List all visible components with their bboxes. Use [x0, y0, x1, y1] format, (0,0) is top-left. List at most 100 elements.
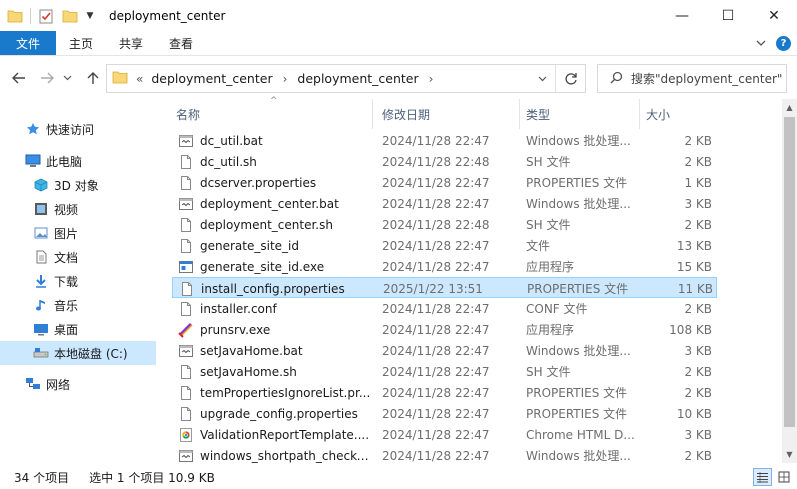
file-row[interactable]: installer.conf 2024/11/28 22:47 CONF 文件 2 K…: [172, 298, 717, 319]
file-row[interactable]: windows_shortpath_checker... 2024/11/28 2…: [172, 445, 717, 466]
breadcrumb-item[interactable]: deployment_center: [151, 71, 272, 86]
back-button[interactable]: [8, 67, 30, 89]
column-header-type[interactable]: 类型: [518, 99, 640, 129]
nav-item-label: 视频: [54, 202, 79, 217]
scroll-up-icon[interactable]: ▲: [782, 99, 797, 116]
chevron-right-icon[interactable]: ›: [283, 72, 288, 86]
file-row[interactable]: dc_util.sh 2024/11/28 22:48 SH 文件 2 KB: [172, 151, 717, 172]
scrollbar-thumb[interactable]: [784, 117, 795, 427]
cube-icon: [32, 176, 50, 194]
customize-toolbar-dropdown-icon[interactable]: ▼: [85, 7, 95, 25]
search-input[interactable]: 搜索"deployment_center": [597, 64, 787, 93]
nav-item-quick-access[interactable]: 快速访问: [24, 117, 94, 141]
address-dropdown-icon[interactable]: [531, 65, 553, 92]
file-icon: [178, 364, 194, 380]
nav-item-videos[interactable]: 视频: [32, 197, 78, 221]
tab-file[interactable]: 文件: [0, 31, 56, 55]
column-header-name[interactable]: 名称: [168, 99, 373, 129]
maximize-button[interactable]: ☐: [705, 0, 751, 31]
breadcrumb-item[interactable]: deployment_center: [297, 71, 418, 86]
column-header-row: ^ 名称 修改日期 类型 大小: [160, 96, 782, 129]
column-header-size[interactable]: 大小: [638, 99, 708, 129]
refresh-button[interactable]: [555, 65, 585, 92]
vertical-scrollbar[interactable]: ▲ ▼: [782, 99, 797, 463]
file-row[interactable]: deployment_center.sh 2024/11/28 22:48 SH 文…: [172, 214, 717, 235]
tab-home[interactable]: 主页: [56, 31, 106, 55]
expand-ribbon-icon[interactable]: [756, 37, 766, 50]
file-icon: [178, 301, 194, 317]
file-type: PROPERTIES 文件: [526, 386, 628, 400]
large-icons-view-icon[interactable]: [774, 468, 793, 486]
file-size: 3 KB: [684, 427, 712, 442]
nav-item-3d-objects[interactable]: 3D 对象: [32, 173, 99, 197]
nav-item-label: 下载: [54, 274, 79, 289]
file-type: PROPERTIES 文件: [526, 407, 628, 421]
tab-share[interactable]: 共享: [106, 31, 156, 55]
up-button[interactable]: [82, 67, 104, 89]
nav-item-label: 文档: [54, 250, 79, 265]
file-date: 2024/11/28 22:48: [382, 154, 490, 169]
file-type: 应用程序: [526, 260, 575, 274]
minimize-button[interactable]: —: [659, 0, 705, 31]
file-row[interactable]: setJavaHome.sh 2024/11/28 22:47 SH 文件 2 KB: [172, 361, 717, 382]
column-header-date[interactable]: 修改日期: [374, 99, 520, 129]
file-row[interactable]: upgrade_config.properties 2024/11/28 22:4…: [172, 403, 717, 424]
file-name: ValidationReportTemplate....: [200, 427, 370, 442]
tab-view[interactable]: 查看: [156, 31, 206, 55]
file-date: 2024/11/28 22:47: [382, 175, 490, 190]
forward-button[interactable]: [36, 67, 58, 89]
file-type: Windows 批处理...: [526, 344, 631, 358]
file-row[interactable]: generate_site_id.exe 2024/11/28 22:47 应用程序…: [172, 256, 717, 277]
file-row[interactable]: dcserver.properties 2024/11/28 22:47 PROPE…: [172, 172, 717, 193]
nav-item-label: 网络: [46, 377, 71, 392]
nav-item-network[interactable]: 网络: [24, 372, 70, 396]
file-icon: [178, 175, 194, 191]
file-size: 3 KB: [684, 196, 712, 211]
file-name-cell: generate_site_id.exe: [178, 256, 374, 277]
help-icon[interactable]: ?: [776, 36, 791, 51]
batch-file-icon: [178, 133, 194, 149]
nav-item-music[interactable]: 音乐: [32, 293, 78, 317]
file-date: 2024/11/28 22:48: [382, 217, 490, 232]
title-bar: ▼ deployment_center — ☐ ✕: [0, 0, 797, 31]
file-size: 10 KB: [676, 406, 712, 421]
batch-file-icon: [178, 448, 194, 464]
scroll-down-icon[interactable]: ▼: [782, 446, 797, 463]
properties-icon[interactable]: [37, 7, 55, 25]
file-name-cell: generate_site_id: [178, 235, 374, 256]
recent-locations-icon[interactable]: [60, 67, 74, 89]
file-row[interactable]: install_config.properties 2025/1/22 13:51…: [172, 277, 717, 298]
file-row[interactable]: dc_util.bat 2024/11/28 22:47 Windows 批处理..…: [172, 130, 717, 151]
file-row[interactable]: deployment_center.bat 2024/11/28 22:47 Win…: [172, 193, 717, 214]
folder-icon: [6, 7, 24, 25]
breadcrumb-overflow[interactable]: «: [136, 72, 143, 86]
nav-item-documents[interactable]: 文档: [32, 245, 78, 269]
file-type: 文件: [526, 239, 551, 253]
file-name-cell: upgrade_config.properties: [178, 403, 374, 424]
nav-item-desktop[interactable]: 桌面: [32, 317, 78, 341]
address-bar[interactable]: « deployment_center › deployment_center …: [106, 64, 586, 93]
nav-item-downloads[interactable]: 下载: [32, 269, 78, 293]
nav-item-label: 3D 对象: [54, 178, 99, 193]
file-icon: [178, 238, 194, 254]
nav-item-label: 桌面: [54, 322, 79, 337]
file-row[interactable]: temPropertiesIgnoreList.pr... 2024/11/28 …: [172, 382, 717, 403]
file-type: Windows 批处理...: [526, 197, 631, 211]
details-view-icon[interactable]: [753, 468, 772, 486]
file-row[interactable]: ValidationReportTemplate.... 2024/11/28 2…: [172, 424, 717, 445]
file-type: PROPERTIES 文件: [527, 282, 629, 296]
file-row[interactable]: setJavaHome.bat 2024/11/28 22:47 Windows 批…: [172, 340, 717, 361]
chevron-right-icon[interactable]: ›: [429, 72, 434, 86]
close-button[interactable]: ✕: [751, 0, 797, 31]
new-folder-icon[interactable]: [61, 7, 79, 25]
nav-item-pictures[interactable]: 图片: [32, 221, 78, 245]
nav-item-local-disk[interactable]: 本地磁盘 (C:): [0, 341, 156, 365]
file-row[interactable]: generate_site_id 2024/11/28 22:47 文件 13 KB: [172, 235, 717, 256]
file-size: 3 KB: [684, 343, 712, 358]
file-row[interactable]: prunsrv.exe 2024/11/28 22:47 应用程序 108 KB: [172, 319, 717, 340]
file-icon: [179, 281, 195, 297]
file-type: Windows 批处理...: [526, 134, 631, 148]
file-date: 2024/11/28 22:47: [382, 385, 490, 400]
nav-item-this-pc[interactable]: 此电脑: [24, 149, 82, 173]
window-title: deployment_center: [109, 8, 226, 23]
